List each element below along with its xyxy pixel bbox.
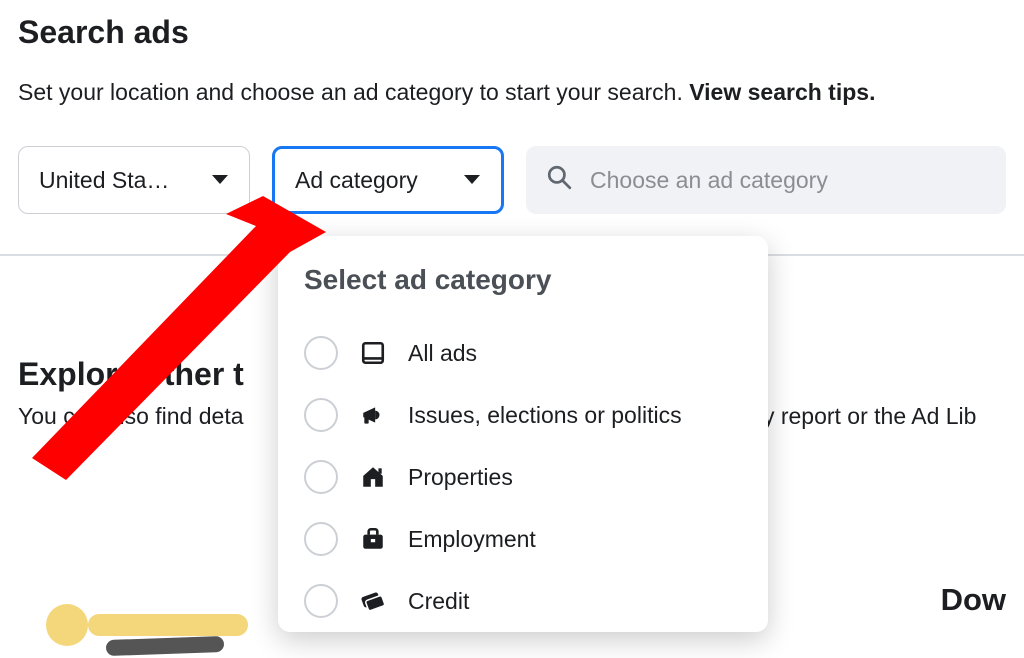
- page-title: Search ads: [18, 14, 1006, 51]
- option-label: Issues, elections or politics: [408, 402, 682, 429]
- radio-icon: [304, 522, 338, 556]
- option-all-ads[interactable]: All ads: [304, 322, 742, 384]
- option-credit[interactable]: Credit: [304, 570, 742, 632]
- location-dropdown[interactable]: United Sta…: [18, 146, 250, 214]
- option-label: All ads: [408, 340, 477, 367]
- radio-icon: [304, 336, 338, 370]
- explore-desc-left: You can also find deta: [18, 403, 244, 429]
- option-employment[interactable]: Employment: [304, 508, 742, 570]
- chevron-down-icon: [211, 174, 229, 186]
- page-subtitle: Set your location and choose an ad categ…: [18, 79, 1006, 106]
- subtitle-text: Set your location and choose an ad categ…: [18, 79, 689, 105]
- search-placeholder: Choose an ad category: [590, 167, 828, 194]
- filter-row: United Sta… Ad category Choose an ad cat…: [18, 146, 1006, 214]
- popover-title: Select ad category: [304, 264, 742, 296]
- search-icon: [546, 164, 572, 196]
- tablet-icon: [358, 340, 388, 366]
- radio-icon: [304, 398, 338, 432]
- category-label: Ad category: [295, 167, 418, 194]
- option-label: Properties: [408, 464, 513, 491]
- ad-category-dropdown[interactable]: Ad category: [272, 146, 504, 214]
- option-label: Employment: [408, 526, 536, 553]
- option-label: Credit: [408, 588, 469, 615]
- option-properties[interactable]: Properties: [304, 446, 742, 508]
- house-icon: [358, 464, 388, 490]
- ad-category-popover: Select ad category All ads Issues, elect…: [278, 236, 768, 632]
- briefcase-icon: [358, 526, 388, 552]
- explore-desc-right: ry report or the Ad Lib: [755, 403, 976, 429]
- decorative-graphic: [46, 580, 256, 652]
- view-search-tips-link[interactable]: View search tips.: [689, 79, 875, 105]
- location-label: United Sta…: [39, 167, 169, 194]
- search-box[interactable]: Choose an ad category: [526, 146, 1006, 214]
- option-issues-elections-politics[interactable]: Issues, elections or politics: [304, 384, 742, 446]
- credit-icon: [358, 588, 388, 614]
- chevron-down-icon: [463, 174, 481, 186]
- radio-icon: [304, 460, 338, 494]
- radio-icon: [304, 584, 338, 618]
- bottom-right-text: Dow: [941, 582, 1006, 618]
- megaphone-icon: [358, 402, 388, 428]
